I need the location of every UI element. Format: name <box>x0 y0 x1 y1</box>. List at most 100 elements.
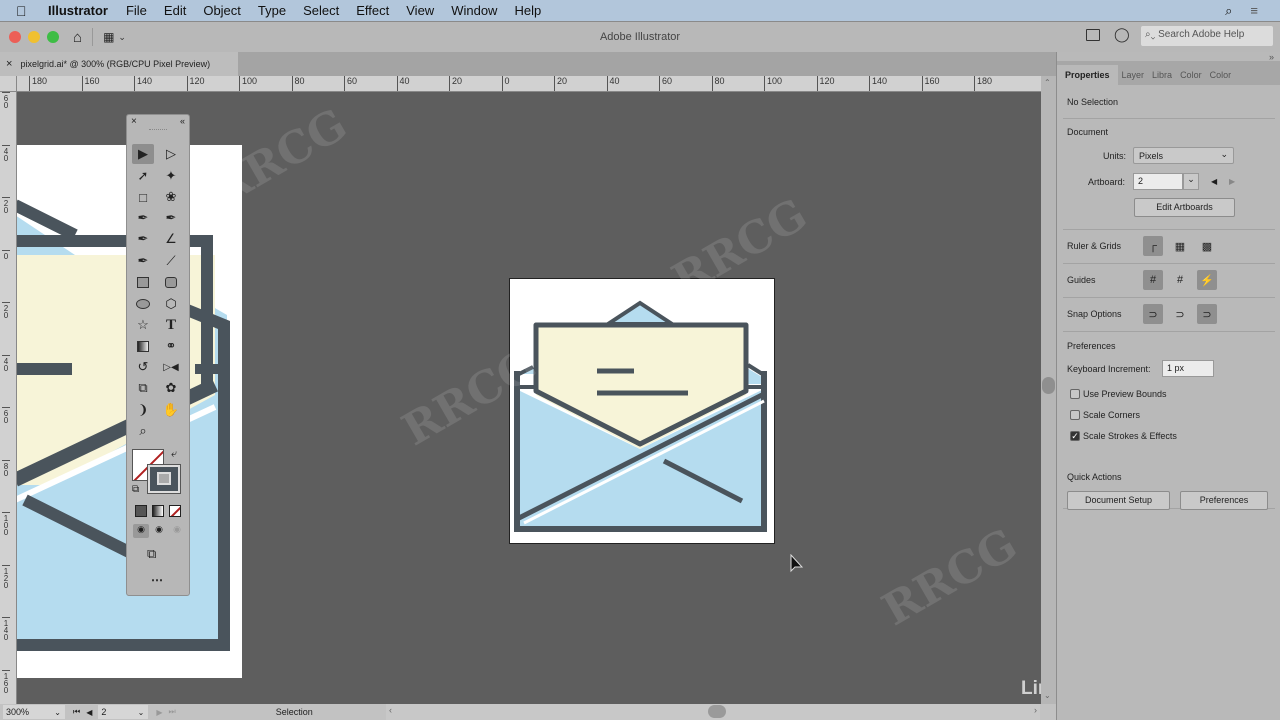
artboard-dropdown[interactable]: ⌄ <box>1183 173 1199 190</box>
menu-view[interactable]: View <box>406 3 434 18</box>
snap-to-pixel-icon[interactable]: ⊃ <box>1197 304 1217 324</box>
workspace-switcher-icon[interactable]: ▦ <box>103 30 114 44</box>
last-artboard-icon[interactable]: ⏭ <box>169 707 176 717</box>
checkbox[interactable] <box>1070 389 1080 399</box>
add-anchor-point-tool[interactable]: ✒ <box>160 208 182 228</box>
document-tab[interactable]: × pixelgrid.ai* @ 300% (RGB/CPU Pixel Pr… <box>0 52 238 76</box>
menu-edit[interactable]: Edit <box>164 3 186 18</box>
draw-inside-icon[interactable]: ◉ <box>169 524 185 538</box>
anchor-point-tool[interactable]: ∠ <box>160 229 182 249</box>
ruler-origin[interactable] <box>0 76 17 92</box>
screen-mode-icon[interactable]: ⧉ <box>147 546 156 562</box>
grid-toggle-icon[interactable]: ▦ <box>1170 236 1190 256</box>
tab-color[interactable]: Color <box>1176 65 1206 85</box>
scale-tool[interactable]: ⧉ <box>132 378 154 398</box>
close-tab-icon[interactable]: × <box>6 58 12 70</box>
previous-artboard-icon[interactable]: ◀ <box>86 708 92 717</box>
direct-selection-tool[interactable]: ▷ <box>160 144 182 164</box>
menu-help[interactable]: Help <box>514 3 541 18</box>
delete-anchor-point-tool[interactable]: ✒ <box>132 229 154 249</box>
edit-artboards-button[interactable]: Edit Artboards <box>1134 198 1235 217</box>
collapse-panel-icon[interactable]: « <box>180 116 185 126</box>
scroll-thumb[interactable] <box>1042 377 1055 394</box>
curvature-tool[interactable]: ✒ <box>132 251 154 271</box>
current-tool-label[interactable]: Selection <box>276 707 313 717</box>
zoom-level-field[interactable]: 300% ⌄ <box>3 705 65 719</box>
line-segment-tool[interactable]: ⟋ <box>160 251 182 271</box>
horizontal-scrollbar[interactable]: ‹ › <box>386 704 1040 720</box>
lock-guides-icon[interactable]: # <box>1170 270 1190 290</box>
group-selection-tool[interactable]: ➚ <box>132 166 154 186</box>
polygon-tool[interactable]: ⬡ <box>160 294 182 314</box>
menu-app-name[interactable]: Illustrator <box>48 3 108 18</box>
tab-libraries[interactable]: Libra <box>1148 65 1176 85</box>
close-panel-icon[interactable]: × <box>131 116 137 127</box>
checkbox-label[interactable]: Scale Strokes & Effects <box>1083 431 1177 441</box>
minimize-window-button[interactable] <box>28 31 40 43</box>
smart-guides-icon[interactable]: ⚡ <box>1197 270 1217 290</box>
zoom-tool[interactable]: ⌕ <box>132 421 154 441</box>
hand-tool[interactable]: ✋ <box>160 400 182 420</box>
checkbox[interactable]: ✓ <box>1070 431 1080 441</box>
magic-wand-tool[interactable]: ✦ <box>160 166 182 186</box>
scroll-right-icon[interactable]: › <box>1034 705 1037 715</box>
rotate-tool[interactable]: ↺ <box>132 357 154 377</box>
vertical-ruler[interactable]: 60 40 20 0 20 40 60 80 100 120 140 160 <box>0 92 17 704</box>
menu-window[interactable]: Window <box>451 3 497 18</box>
tab-color-guide[interactable]: Color <box>1206 65 1236 85</box>
menu-file[interactable]: File <box>126 3 147 18</box>
hscroll-thumb[interactable] <box>708 705 726 718</box>
shape-builder-tool[interactable]: ⚭ <box>160 336 182 356</box>
menu-object[interactable]: Object <box>203 3 241 18</box>
color-mode-button[interactable] <box>135 505 147 517</box>
menu-select[interactable]: Select <box>303 3 339 18</box>
lightbulb-icon[interactable]: ◯ <box>1114 26 1130 43</box>
horizontal-ruler[interactable]: 180 160 140 120 100 80 60 40 20 0 20 40 60 80 100 120 14… <box>17 76 1041 92</box>
vertical-scrollbar[interactable]: ⌃ ⌄ <box>1041 76 1056 704</box>
next-artboard-icon[interactable]: ▶ <box>1229 177 1235 186</box>
checkbox[interactable] <box>1070 410 1080 420</box>
tab-layers[interactable]: Layer <box>1118 65 1149 85</box>
notification-center-icon[interactable]: ≡ <box>1250 3 1258 18</box>
menu-effect[interactable]: Effect <box>356 3 389 18</box>
previous-artboard-icon[interactable]: ◀ <box>1211 177 1217 186</box>
selection-tool[interactable]: ▶ <box>132 144 154 164</box>
units-select[interactable]: Pixels ⌄ <box>1133 147 1234 164</box>
show-guides-icon[interactable]: # <box>1143 270 1163 290</box>
scroll-up-icon[interactable]: ⌃ <box>1044 78 1051 87</box>
type-tool[interactable]: T <box>160 315 182 335</box>
gradient-mode-button[interactable] <box>152 505 164 517</box>
panel-grip[interactable] <box>149 129 167 131</box>
draw-normal-icon[interactable]: ◉ <box>133 524 149 538</box>
first-artboard-icon[interactable]: ⏮ <box>73 707 80 717</box>
tools-panel[interactable]: × « ▶ ▷ ➚ ✦ □ ❀ ✒ ✒ ✒ ∠ ✒ ⟋ ⬡ ☆ T ⚭ ↺ ▷◀… <box>126 114 190 596</box>
document-setup-button[interactable]: Document Setup <box>1067 491 1170 510</box>
close-window-button[interactable] <box>9 31 21 43</box>
checkbox-label[interactable]: Scale Corners <box>1083 410 1140 420</box>
artboard-tool[interactable]: □ <box>132 187 154 207</box>
puppet-warp-tool[interactable]: ✿ <box>160 378 182 398</box>
menu-type[interactable]: Type <box>258 3 286 18</box>
next-artboard-icon[interactable]: ▶ <box>156 708 162 717</box>
swap-fill-stroke-icon[interactable]: ⤶ <box>171 448 177 461</box>
stroke-swatch[interactable] <box>148 465 180 493</box>
artboard-number-field[interactable]: 2 ⌄ <box>98 705 149 719</box>
default-fill-stroke-icon[interactable]: ⧉ <box>132 484 139 495</box>
artboard-input[interactable]: 2 <box>1133 173 1183 190</box>
none-mode-button[interactable] <box>169 505 181 517</box>
snap-to-grid-icon[interactable]: ⊃ <box>1170 304 1190 324</box>
gradient-tool[interactable] <box>132 336 154 356</box>
scroll-down-icon[interactable]: ⌄ <box>1044 691 1051 700</box>
pen-tool[interactable]: ✒ <box>132 208 154 228</box>
ellipse-tool[interactable] <box>132 294 154 314</box>
transparency-grid-icon[interactable]: ▩ <box>1197 236 1217 256</box>
preferences-button[interactable]: Preferences <box>1180 491 1268 510</box>
reflect-tool[interactable]: ▷◀ <box>160 357 182 377</box>
scroll-left-icon[interactable]: ‹ <box>389 705 392 715</box>
maximize-window-button[interactable] <box>47 31 59 43</box>
eyedropper-tool[interactable]: ❩ <box>132 400 154 420</box>
rounded-rectangle-tool[interactable] <box>160 272 182 292</box>
home-icon[interactable]: ⌂ <box>73 29 82 46</box>
star-tool[interactable]: ☆ <box>132 315 154 335</box>
tab-properties[interactable]: Properties <box>1057 65 1118 85</box>
